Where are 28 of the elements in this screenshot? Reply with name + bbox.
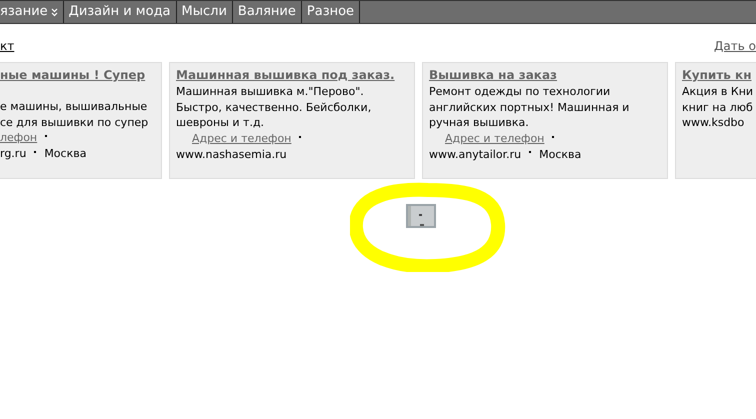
dot-separator: [529, 151, 532, 153]
ad-title[interactable]: ные машины ! Супер: [0, 68, 155, 82]
link[interactable]: Дать о: [714, 39, 756, 56]
link[interactable]: кт: [0, 39, 14, 56]
ad-domain: rg.ru: [0, 146, 26, 161]
ad-domain: www.anytailor.ru: [429, 146, 522, 162]
menu-item[interactable]: Дизайн и мода: [64, 1, 177, 23]
menu-item[interactable]: Разное: [302, 1, 360, 23]
ad-description: е машины, вышивальные се для вышивки по супер: [0, 99, 150, 130]
ad-title[interactable]: Купить кн: [682, 68, 756, 82]
ad-city: Москва: [44, 146, 86, 161]
ad-city: Москва: [539, 146, 582, 162]
ad-domain: www.ksdbo: [682, 115, 744, 130]
contact-link[interactable]: Адрес и телефон: [192, 130, 292, 146]
ad-description: Ремонт одежды по технологии английских портных! Машинная и ручная вышивка.: [429, 84, 630, 130]
ad-domain: www.nashasemia.ru: [176, 146, 287, 162]
menu-item[interactable]: язание: [0, 1, 64, 23]
menu-item[interactable]: Валяние: [232, 1, 302, 23]
menu-item[interactable]: Мысли: [176, 1, 233, 23]
ad-description: Машинная вышивка м."Перово". Быстро, качественно. Бейсболки, шевроны и т.д.: [176, 84, 372, 130]
ad-title[interactable]: Вышивка на заказ: [429, 68, 661, 82]
dot-separator: [552, 136, 554, 138]
dot-separator: [299, 136, 302, 138]
contact-link[interactable]: лефон: [0, 130, 38, 146]
ad-title[interactable]: Машинная вышивка под заказ.: [176, 68, 408, 82]
dot-separator: [45, 135, 48, 137]
contact-link[interactable]: Адрес и телефон: [445, 130, 544, 146]
dot-separator: [34, 150, 36, 152]
